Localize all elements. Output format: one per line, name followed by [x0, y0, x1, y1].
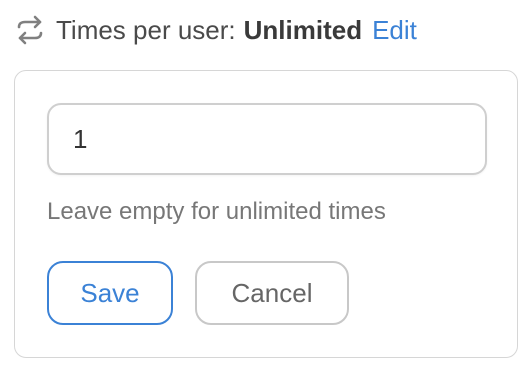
input-hint: Leave empty for unlimited times: [47, 198, 386, 225]
times-per-user-row: Times per user: Unlimited Edit: [14, 12, 417, 48]
times-per-user-label: Times per user:: [56, 15, 236, 45]
save-button[interactable]: Save: [47, 261, 173, 325]
times-per-user-input[interactable]: [47, 103, 487, 175]
times-per-user-value: Unlimited: [243, 15, 363, 45]
edit-panel: Leave empty for unlimited times Save Can…: [14, 70, 518, 358]
edit-link[interactable]: Edit: [372, 12, 417, 48]
cancel-button[interactable]: Cancel: [195, 261, 349, 325]
repeat-icon: [14, 14, 46, 46]
